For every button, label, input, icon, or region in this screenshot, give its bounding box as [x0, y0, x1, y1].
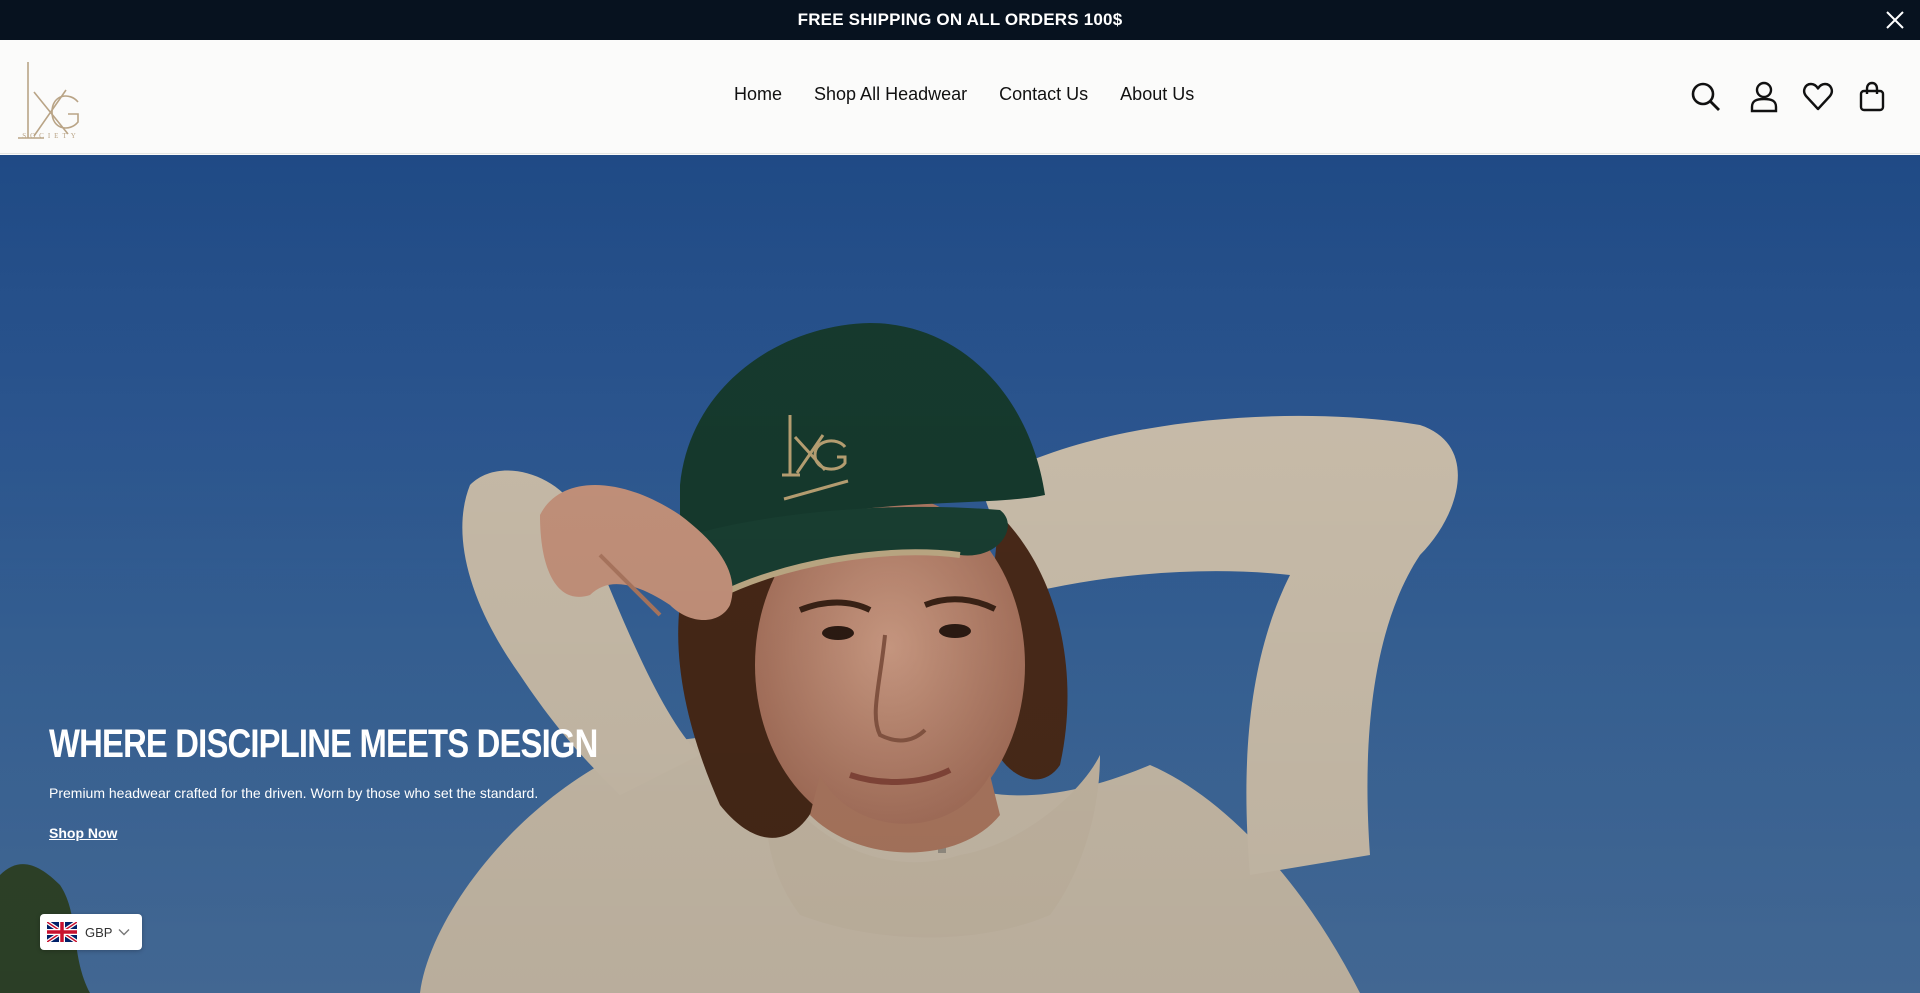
currency-selector[interactable]: GBP: [40, 914, 142, 950]
hero-title: WHERE DISCIPLINE MEETS DESIGN: [49, 722, 598, 766]
close-icon[interactable]: [1884, 9, 1906, 31]
uk-flag-icon: [47, 922, 77, 942]
logo-wordmark: SOCIETY: [22, 132, 80, 140]
nav-contact-us[interactable]: Contact Us: [999, 84, 1088, 105]
currency-code: GBP: [85, 924, 113, 940]
main-nav: Home Shop All Headwear Contact Us About …: [734, 84, 1194, 105]
chevron-down-icon: [118, 929, 130, 936]
search-icon[interactable]: [1690, 81, 1722, 113]
cart-bag-icon[interactable]: [1856, 81, 1888, 113]
site-header: SOCIETY Home Shop All Headwear Contact U…: [0, 40, 1920, 154]
account-icon[interactable]: [1748, 81, 1780, 113]
announcement-bar: FREE SHIPPING ON ALL ORDERS 100$: [0, 0, 1920, 40]
nav-home[interactable]: Home: [734, 84, 782, 105]
nav-about-us[interactable]: About Us: [1120, 84, 1194, 105]
announcement-text: FREE SHIPPING ON ALL ORDERS 100$: [797, 10, 1123, 29]
shop-now-link[interactable]: Shop Now: [49, 825, 117, 841]
hero-banner: [0, 155, 1920, 993]
wishlist-heart-icon[interactable]: [1802, 81, 1834, 113]
hero-subtitle: Premium headwear crafted for the driven.…: [49, 785, 539, 801]
logo[interactable]: SOCIETY: [14, 50, 86, 145]
nav-shop-all-headwear[interactable]: Shop All Headwear: [814, 84, 967, 105]
